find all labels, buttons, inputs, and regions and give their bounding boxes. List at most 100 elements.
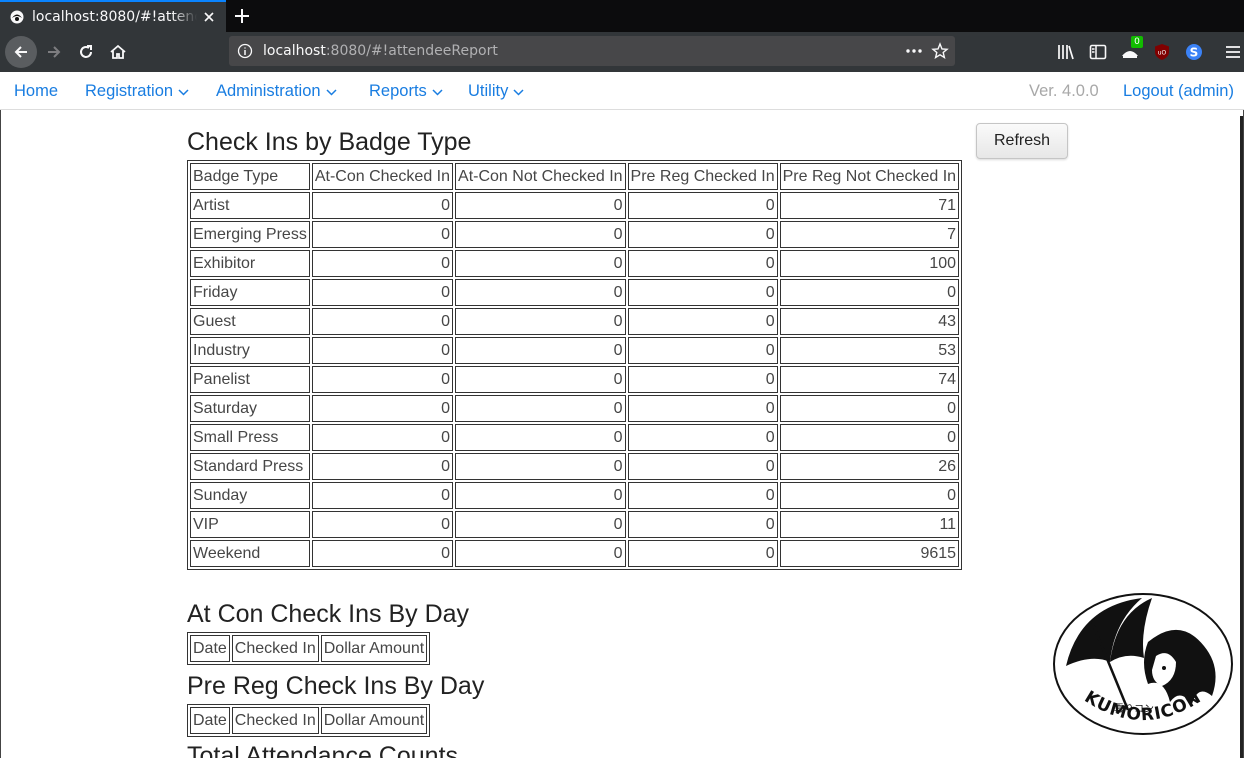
url-host: localhost	[263, 43, 326, 59]
table-row: Weekend 0 0 0 9615	[190, 540, 960, 567]
logout-label: Logout (admin)	[1123, 82, 1234, 100]
prereg-by-day-table: Date Checked In Dollar Amount	[187, 704, 431, 737]
column-header: Date	[190, 707, 230, 734]
count-cell: 0	[627, 250, 778, 277]
count-cell: 0	[779, 279, 960, 306]
close-tab-icon[interactable]	[200, 8, 218, 26]
count-cell: 0	[311, 192, 454, 219]
table-header-row: Badge Type At-Con Checked In At-Con Not …	[190, 163, 960, 190]
column-header: At-Con Checked In	[311, 163, 454, 190]
count-cell: 0	[311, 511, 454, 538]
column-header: Checked In	[231, 707, 319, 734]
reload-button[interactable]	[70, 36, 102, 68]
hamburger-menu-icon[interactable]	[1223, 42, 1243, 62]
menu-reports-label: Reports	[369, 82, 427, 100]
chevron-down-icon	[178, 88, 189, 96]
report-content: Check Ins by Badge Type Refresh Badge Ty…	[0, 110, 1244, 758]
badge-type-cell: Small Press	[190, 424, 310, 451]
count-cell: 0	[627, 308, 778, 335]
library-icon[interactable]	[1056, 42, 1076, 62]
count-cell: 0	[311, 337, 454, 364]
count-cell: 0	[627, 279, 778, 306]
badge-type-cell: Standard Press	[190, 453, 310, 480]
menu-utility[interactable]: Utility	[468, 82, 524, 101]
scrollbar[interactable]	[1240, 116, 1243, 758]
browser-tab[interactable]: localhost:8080/#!attendeeReport	[0, 0, 226, 32]
badge-type-cell: Industry	[190, 337, 310, 364]
browser-tab-bar: localhost:8080/#!attendeeReport	[0, 0, 1244, 32]
count-cell: 0	[455, 250, 626, 277]
back-button[interactable]	[5, 36, 37, 68]
forward-button[interactable]	[38, 36, 70, 68]
ublock-icon[interactable]: uO	[1152, 42, 1172, 62]
count-cell: 0	[455, 540, 626, 567]
kumoricon-logo: KUMORICON 雲りコン	[1053, 593, 1233, 735]
back-arrow-icon	[14, 46, 27, 58]
badge-type-cell: Artist	[190, 192, 310, 219]
count-cell: 0	[311, 395, 454, 422]
extension-badge-button[interactable]: 0	[1120, 36, 1143, 62]
sync-s-icon[interactable]: S	[1184, 42, 1204, 62]
column-header: Dollar Amount	[320, 707, 428, 734]
count-cell: 0	[311, 221, 454, 248]
menu-reports[interactable]: Reports	[369, 82, 443, 101]
table-row: Artist 0 0 0 71	[190, 192, 960, 219]
count-cell: 0	[455, 192, 626, 219]
table-header-row: Date Checked In Dollar Amount	[190, 707, 428, 734]
table-row: Exhibitor 0 0 0 100	[190, 250, 960, 277]
menu-home[interactable]: Home	[14, 82, 58, 101]
new-tab-icon[interactable]	[230, 4, 254, 28]
menu-home-label: Home	[14, 82, 59, 100]
count-cell: 0	[455, 482, 626, 509]
menu-administration[interactable]: Administration	[216, 82, 337, 101]
count-cell: 0	[455, 366, 626, 393]
count-cell: 0	[627, 453, 778, 480]
count-cell: 0	[311, 308, 454, 335]
count-cell: 0	[627, 540, 778, 567]
address-bar[interactable]: localhost:8080/#!attendeeReport	[229, 36, 955, 66]
count-cell: 0	[779, 482, 960, 509]
badge-report-title: Check Ins by Badge Type	[187, 128, 472, 156]
count-cell: 7	[779, 221, 960, 248]
badge-type-cell: Saturday	[190, 395, 310, 422]
badge-type-cell: Guest	[190, 308, 310, 335]
column-header: At-Con Not Checked In	[455, 163, 626, 190]
sidebar-icon[interactable]	[1088, 42, 1108, 62]
count-cell: 0	[627, 337, 778, 364]
app-menu-bar: Home Registration Administration Reports…	[0, 72, 1244, 110]
url-path: :8080/#!attendeeReport	[325, 43, 498, 59]
count-cell: 0	[311, 453, 454, 480]
logout-link[interactable]: Logout (admin)	[1123, 82, 1234, 101]
site-info-icon[interactable]	[237, 43, 253, 59]
prereg-report-title: Pre Reg Check Ins By Day	[187, 672, 485, 700]
bookmark-star-icon[interactable]	[931, 42, 949, 60]
count-cell: 0	[779, 395, 960, 422]
refresh-button[interactable]: Refresh	[976, 123, 1068, 159]
chevron-down-icon	[513, 88, 524, 96]
table-row: Panelist 0 0 0 74	[190, 366, 960, 393]
badge-table-body: Artist 0 0 0 71 Emerging Press 0 0 0 7 Exhibitor 0 0…	[190, 192, 960, 567]
table-row: Sunday 0 0 0 0	[190, 482, 960, 509]
menu-registration-label: Registration	[85, 82, 174, 100]
count-cell: 53	[779, 337, 960, 364]
count-cell: 0	[311, 279, 454, 306]
page-actions-icon[interactable]	[905, 43, 923, 59]
table-row: Emerging Press 0 0 0 7	[190, 221, 960, 248]
extension-badge-count: 0	[1131, 36, 1143, 48]
chevron-down-icon	[326, 88, 337, 96]
column-header: Pre Reg Checked In	[627, 163, 778, 190]
home-button[interactable]	[102, 36, 134, 68]
count-cell: 0	[455, 511, 626, 538]
svg-text:uO: uO	[1158, 50, 1167, 57]
badge-type-cell: Panelist	[190, 366, 310, 393]
browser-toolbar: localhost:8080/#!attendeeReport 0 uO S	[0, 32, 1244, 72]
count-cell: 9615	[779, 540, 960, 567]
badge-type-cell: Weekend	[190, 540, 310, 567]
table-row: Small Press 0 0 0 0	[190, 424, 960, 451]
count-cell: 0	[311, 424, 454, 451]
home-icon	[110, 44, 126, 59]
count-cell: 0	[627, 221, 778, 248]
menu-registration[interactable]: Registration	[85, 82, 189, 101]
count-cell: 0	[627, 424, 778, 451]
count-cell: 0	[627, 192, 778, 219]
